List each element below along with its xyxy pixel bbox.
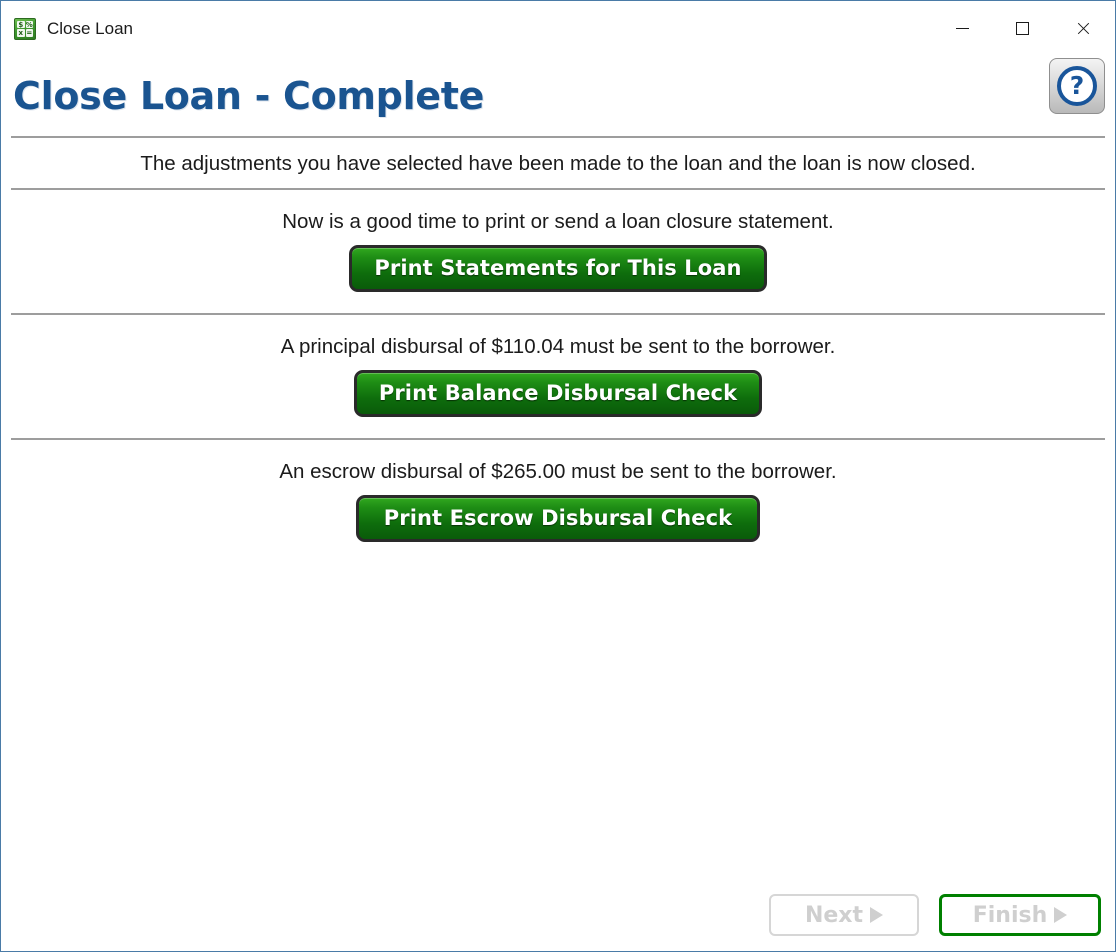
balance-disbursal-section: A principal disbursal of $110.04 must be… <box>1 315 1115 438</box>
next-button[interactable]: Next <box>769 894 919 936</box>
help-button[interactable]: ? <box>1049 58 1105 114</box>
escrow-disbursal-section: An escrow disbursal of $265.00 must be s… <box>1 440 1115 563</box>
balance-disbursal-text: A principal disbursal of $110.04 must be… <box>280 335 836 358</box>
window-controls <box>932 1 1115 56</box>
next-button-label: Next <box>804 902 864 928</box>
calculator-icon: $ % x = <box>14 17 36 40</box>
finish-button[interactable]: Finish <box>939 894 1101 936</box>
next-arrow-icon <box>870 907 884 923</box>
maximize-icon <box>1015 22 1029 35</box>
main-content: The adjustments you have selected have b… <box>1 136 1115 879</box>
calculator-icon-glyph-dollar: $ <box>17 20 25 28</box>
print-statements-button[interactable]: Print Statements for This Loan <box>349 245 767 292</box>
minimize-button[interactable] <box>932 1 992 56</box>
finish-button-label: Finish <box>972 902 1048 928</box>
calculator-icon-glyph-percent: % <box>25 20 33 28</box>
finish-arrow-icon <box>1054 907 1068 923</box>
page-title: Close Loan - Complete <box>13 74 485 118</box>
help-question-icon: ? <box>1057 66 1097 106</box>
intro-text: The adjustments you have selected have b… <box>140 152 976 175</box>
statements-section: Now is a good time to print or send a lo… <box>1 190 1115 313</box>
page-header: Close Loan - Complete ? <box>1 56 1115 136</box>
calculator-icon-glyph-equals: = <box>25 29 33 37</box>
print-balance-disbursal-check-button[interactable]: Print Balance Disbursal Check <box>353 370 763 417</box>
window-title: Close Loan <box>47 18 134 38</box>
minimize-icon <box>955 28 969 29</box>
title-bar: $ % x = Close Loan <box>1 1 1115 56</box>
close-loan-window: $ % x = Close Loan Close Loan - Complete… <box>0 0 1116 952</box>
maximize-button[interactable] <box>992 1 1052 56</box>
intro-section: The adjustments you have selected have b… <box>1 138 1115 188</box>
calculator-icon-glyph-times: x <box>17 29 25 37</box>
escrow-disbursal-text: An escrow disbursal of $265.00 must be s… <box>279 460 837 483</box>
wizard-footer: Next Finish <box>1 879 1115 951</box>
close-button[interactable] <box>1052 1 1115 56</box>
statements-text: Now is a good time to print or send a lo… <box>282 210 834 233</box>
close-icon <box>1076 21 1091 36</box>
print-escrow-disbursal-check-button[interactable]: Print Escrow Disbursal Check <box>356 495 760 542</box>
